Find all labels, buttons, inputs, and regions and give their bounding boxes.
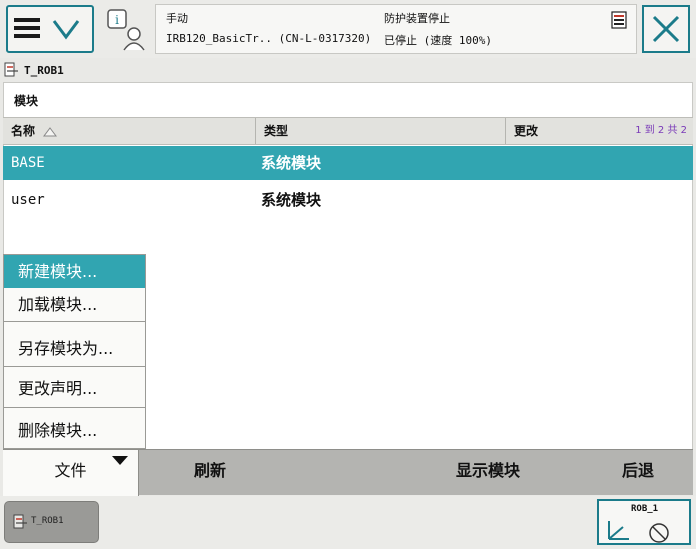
task-tab-label: T_ROB1 xyxy=(24,63,64,77)
column-header-type[interactable]: 类型 xyxy=(256,118,506,144)
module-name: BASE xyxy=(11,155,45,171)
column-header-name[interactable]: 名称 xyxy=(3,118,256,144)
close-icon xyxy=(652,15,680,43)
menu-item-load-module[interactable]: 加载模块... xyxy=(4,288,145,322)
status-panel: 手动 IRB120_BasicTr.. (CN-L-0317320) 防护装置停… xyxy=(155,4,637,54)
robot-status-icon[interactable]: i xyxy=(104,6,150,52)
guard-state: 防护装置停止 xyxy=(384,12,450,25)
section-title: 模块 xyxy=(14,94,39,108)
menu-item-delete-module[interactable]: 删除模块... xyxy=(4,413,145,448)
station-name: IRB120_BasicTr.. (CN-L-0317320) xyxy=(166,32,372,45)
row-range: 1 到 2 共 2 xyxy=(635,125,687,136)
log-icon xyxy=(611,11,627,29)
menu-item-save-module-as[interactable]: 另存模块为... xyxy=(4,330,145,367)
table-row[interactable]: BASE 系统模块 xyxy=(3,146,693,180)
module-name: user xyxy=(11,192,45,208)
motion-state: 已停止 (速度 100%) xyxy=(384,34,492,47)
command-bar: 文件 刷新 显示模块 后退 xyxy=(3,449,693,496)
top-bar: i 手动 IRB120_BasicTr.. (CN-L-0317320) 防护装… xyxy=(0,0,696,58)
menu-item-change-declaration[interactable]: 更改声明... xyxy=(4,370,145,408)
back-button[interactable]: 后退 xyxy=(583,450,693,496)
table-row[interactable]: user 系统模块 xyxy=(3,183,693,217)
abb-menu-button[interactable] xyxy=(6,5,94,53)
taskbar: T_ROB1 ROB_1 xyxy=(0,496,696,549)
close-button[interactable] xyxy=(642,5,690,53)
quickset-icon xyxy=(608,521,669,543)
program-icon xyxy=(13,514,27,529)
program-icon xyxy=(4,62,18,77)
file-menu-label: 文件 xyxy=(54,461,87,480)
taskbar-program-button[interactable]: T_ROB1 xyxy=(4,501,99,543)
module-type: 系统模块 xyxy=(261,191,322,209)
show-module-button[interactable]: 显示模块 xyxy=(423,450,553,496)
svg-text:i: i xyxy=(115,13,119,27)
file-menu-popup: 新建模块... 加载模块... 另存模块为... 更改声明... 删除模块... xyxy=(3,254,146,449)
refresh-button[interactable]: 刷新 xyxy=(139,450,281,496)
menu-item-new-module[interactable]: 新建模块... xyxy=(4,255,145,288)
module-type: 系统模块 xyxy=(261,154,322,172)
menu-up-arrow-icon xyxy=(112,456,128,465)
sort-asc-icon xyxy=(43,126,58,136)
task-tab[interactable]: T_ROB1 xyxy=(4,60,64,80)
file-menu-button[interactable]: 文件 xyxy=(3,450,138,496)
taskbar-program-label: T_ROB1 xyxy=(31,516,64,526)
table-header: 名称 类型 更改 1 到 2 共 2 xyxy=(3,117,693,145)
menu-icon xyxy=(14,18,80,40)
quickset-button[interactable]: ROB_1 xyxy=(597,499,691,545)
operation-mode: 手动 xyxy=(166,12,188,25)
column-name-label: 名称 xyxy=(11,124,36,138)
